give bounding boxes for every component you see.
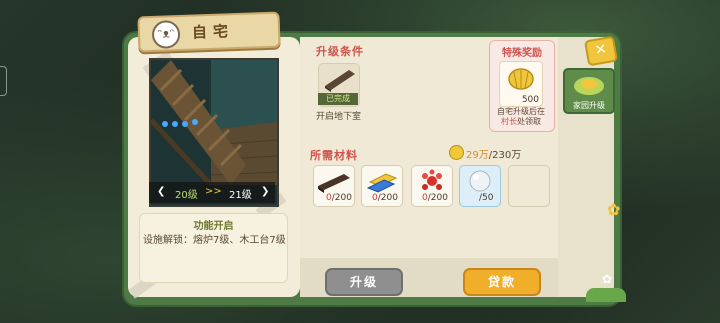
dark-wood-icon (318, 174, 350, 193)
material-quantity: 0/200 (326, 193, 352, 203)
garden-icon (574, 77, 604, 95)
coin-icon (449, 145, 464, 160)
flower-decoration-icon: ✿ (607, 200, 621, 219)
village-chief-link: 村长 (501, 117, 517, 126)
material-need: /200 (331, 193, 352, 203)
current-level: 20级 (175, 190, 198, 201)
material-need: /200 (377, 193, 398, 203)
upgrade-button[interactable]: 升级 (325, 268, 403, 296)
daisy-decoration-icon: ✿ (602, 272, 613, 286)
materials-title: 所需材料 (310, 149, 358, 162)
level-bar: ❮ 20级 >> 21级 ❯ (149, 182, 275, 203)
pearl-icon (469, 170, 491, 192)
special-reward-desc: 自宅升级后在 村长处领取 (489, 107, 553, 127)
special-reward-desc-part: 处领取 (517, 117, 541, 126)
special-reward-title: 特殊奖励 (502, 48, 542, 59)
special-reward-desc-part: 自宅升级后在 (497, 107, 545, 116)
side-handle[interactable] (0, 66, 7, 96)
money-need: /230万 (488, 150, 522, 161)
function-unlock-box: 功能开启 设施解锁：熔炉7级、木工台7级 (139, 213, 288, 283)
condition-label: 开启地下室 (316, 112, 362, 122)
cat-icon: ᵔᴥᵔ (151, 20, 181, 49)
title-tag: ᵔᴥᵔ 自宅 (137, 11, 281, 53)
next-arrow-icon[interactable]: ❯ (261, 186, 269, 197)
special-reward-item[interactable]: 500 (499, 61, 543, 107)
material-quantity: 0/200 (372, 193, 398, 203)
upgrade-conditions-title: 升级条件 (316, 45, 364, 58)
tab-garden-label: 家园升级 (573, 101, 605, 110)
red-coral-icon (422, 169, 442, 190)
function-unlock-text: 设施解锁：熔炉7级、木工台7级 (143, 235, 286, 246)
prev-arrow-icon[interactable]: ❮ (157, 186, 165, 197)
material-slot-empty (508, 165, 550, 207)
condition-status-badge: 已完成 (318, 93, 358, 105)
level-arrow-icon: >> (205, 186, 222, 197)
page-title: 自宅 (191, 22, 235, 42)
wood-plank-icon (325, 70, 355, 92)
loan-button[interactable]: 贷款 (463, 268, 541, 296)
gold-shell-icon (508, 68, 534, 90)
close-icon[interactable]: ✕ (583, 35, 619, 67)
material-quantity: 0/200 (422, 193, 448, 203)
grass-decoration (586, 288, 626, 302)
ingot-icon (366, 173, 398, 193)
material-quantity: /50 (479, 193, 493, 203)
money-requirement: 29万/230万 (466, 146, 521, 161)
money-have: 29万 (466, 150, 489, 161)
material-need: /200 (427, 193, 448, 203)
special-reward-amount: 500 (521, 95, 539, 105)
next-level: 21级 (229, 190, 252, 201)
function-unlock-title: 功能开启 (193, 221, 234, 232)
tab-garden-upgrade[interactable]: 家园升级 (563, 68, 615, 114)
material-need: /50 (479, 193, 494, 203)
